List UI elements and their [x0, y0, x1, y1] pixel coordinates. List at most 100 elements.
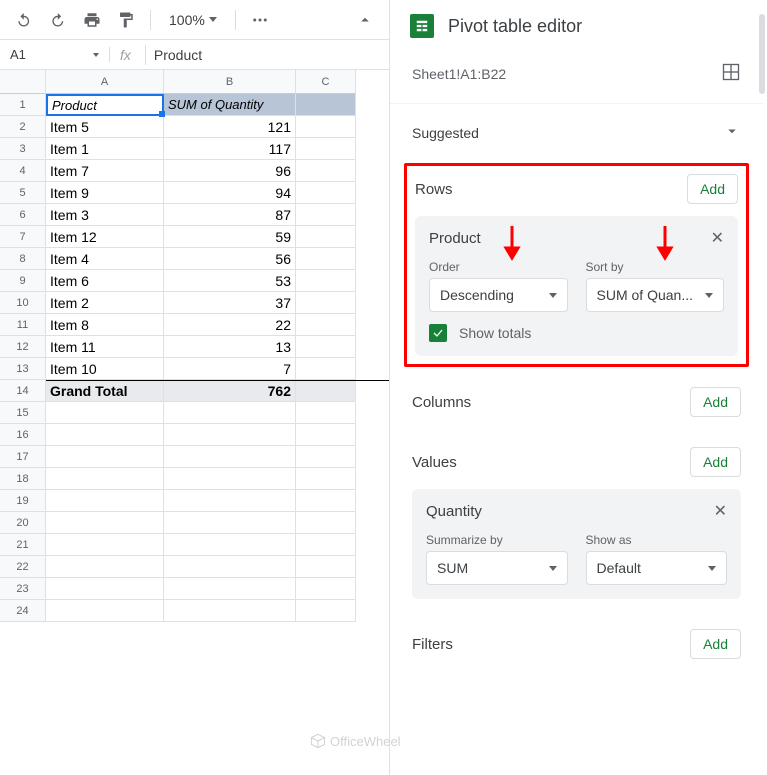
- overflow-menu-button[interactable]: [246, 6, 274, 34]
- undo-button[interactable]: [10, 6, 38, 34]
- cell[interactable]: Item 10: [46, 358, 164, 380]
- redo-button[interactable]: [44, 6, 72, 34]
- cell[interactable]: Item 9: [46, 182, 164, 204]
- cell[interactable]: 117: [164, 138, 296, 160]
- remove-rows-button[interactable]: ✕: [711, 228, 724, 248]
- row-header[interactable]: 18: [0, 468, 46, 490]
- row-header[interactable]: 16: [0, 424, 46, 446]
- cell[interactable]: [296, 468, 356, 490]
- suggested-section[interactable]: Suggested: [412, 125, 479, 141]
- scrollbar[interactable]: [759, 14, 765, 94]
- cell[interactable]: [46, 512, 164, 534]
- cell[interactable]: [296, 336, 356, 358]
- row-header[interactable]: 12: [0, 336, 46, 358]
- cell[interactable]: 13: [164, 336, 296, 358]
- cell[interactable]: Product: [46, 94, 164, 116]
- cell[interactable]: [296, 314, 356, 336]
- cell[interactable]: [296, 534, 356, 556]
- cell[interactable]: [296, 578, 356, 600]
- summarize-select[interactable]: SUM: [426, 551, 568, 585]
- cell[interactable]: Item 4: [46, 248, 164, 270]
- cell[interactable]: [296, 424, 356, 446]
- cell[interactable]: 94: [164, 182, 296, 204]
- cell[interactable]: [46, 468, 164, 490]
- cell[interactable]: 87: [164, 204, 296, 226]
- add-values-button[interactable]: Add: [690, 447, 741, 477]
- row-header[interactable]: 5: [0, 182, 46, 204]
- cell[interactable]: Item 12: [46, 226, 164, 248]
- row-header[interactable]: 23: [0, 578, 46, 600]
- cell[interactable]: [296, 490, 356, 512]
- cell[interactable]: [164, 600, 296, 622]
- row-header[interactable]: 19: [0, 490, 46, 512]
- row-header[interactable]: 4: [0, 160, 46, 182]
- show-totals-checkbox[interactable]: [429, 324, 447, 342]
- cell[interactable]: Item 1: [46, 138, 164, 160]
- cell[interactable]: [46, 600, 164, 622]
- cell[interactable]: [296, 94, 356, 116]
- cell[interactable]: [164, 402, 296, 424]
- row-header[interactable]: 15: [0, 402, 46, 424]
- cell[interactable]: [296, 556, 356, 578]
- cell[interactable]: Item 3: [46, 204, 164, 226]
- row-header[interactable]: 3: [0, 138, 46, 160]
- add-columns-button[interactable]: Add: [690, 387, 741, 417]
- cell[interactable]: SUM of Quantity: [164, 94, 296, 116]
- cell[interactable]: [46, 424, 164, 446]
- cell[interactable]: [296, 182, 356, 204]
- spreadsheet-grid[interactable]: 123456789101112131415161718192021222324 …: [0, 70, 389, 775]
- cell[interactable]: [296, 270, 356, 292]
- showas-select[interactable]: Default: [586, 551, 728, 585]
- cell[interactable]: [46, 490, 164, 512]
- cell[interactable]: Item 8: [46, 314, 164, 336]
- range-picker-button[interactable]: [721, 62, 741, 85]
- row-header[interactable]: 17: [0, 446, 46, 468]
- cell[interactable]: 7: [164, 358, 296, 380]
- cell[interactable]: [296, 600, 356, 622]
- row-header[interactable]: 8: [0, 248, 46, 270]
- zoom-select[interactable]: 100%: [161, 12, 225, 28]
- cell[interactable]: Item 5: [46, 116, 164, 138]
- cell[interactable]: [296, 226, 356, 248]
- cell[interactable]: Item 2: [46, 292, 164, 314]
- cell[interactable]: Item 6: [46, 270, 164, 292]
- cell[interactable]: 53: [164, 270, 296, 292]
- cell[interactable]: [296, 248, 356, 270]
- order-select[interactable]: Descending: [429, 278, 568, 312]
- print-button[interactable]: [78, 6, 106, 34]
- cell[interactable]: Item 11: [46, 336, 164, 358]
- select-all-corner[interactable]: [0, 70, 46, 94]
- row-header[interactable]: 7: [0, 226, 46, 248]
- formula-input[interactable]: Product: [150, 47, 206, 63]
- row-header[interactable]: 10: [0, 292, 46, 314]
- row-header[interactable]: 24: [0, 600, 46, 622]
- cell[interactable]: [164, 446, 296, 468]
- row-header[interactable]: 14: [0, 380, 46, 402]
- cell[interactable]: Grand Total: [46, 381, 164, 402]
- remove-values-button[interactable]: ✕: [714, 501, 727, 521]
- cell[interactable]: [164, 512, 296, 534]
- column-header[interactable]: A: [46, 70, 164, 94]
- row-header[interactable]: 11: [0, 314, 46, 336]
- row-header[interactable]: 22: [0, 556, 46, 578]
- cell[interactable]: [296, 204, 356, 226]
- cell[interactable]: [46, 556, 164, 578]
- cell[interactable]: 22: [164, 314, 296, 336]
- cell[interactable]: [164, 424, 296, 446]
- paint-format-button[interactable]: [112, 6, 140, 34]
- cell[interactable]: [296, 160, 356, 182]
- cell[interactable]: [296, 512, 356, 534]
- add-rows-button[interactable]: Add: [687, 174, 738, 204]
- cell[interactable]: [164, 490, 296, 512]
- cell[interactable]: 762: [164, 381, 296, 402]
- add-filters-button[interactable]: Add: [690, 629, 741, 659]
- cell[interactable]: [164, 556, 296, 578]
- cell[interactable]: [46, 578, 164, 600]
- cell[interactable]: Item 7: [46, 160, 164, 182]
- cell[interactable]: [296, 446, 356, 468]
- column-header[interactable]: C: [296, 70, 356, 94]
- cell[interactable]: 37: [164, 292, 296, 314]
- row-header[interactable]: 20: [0, 512, 46, 534]
- cell[interactable]: [164, 534, 296, 556]
- cell[interactable]: [46, 402, 164, 424]
